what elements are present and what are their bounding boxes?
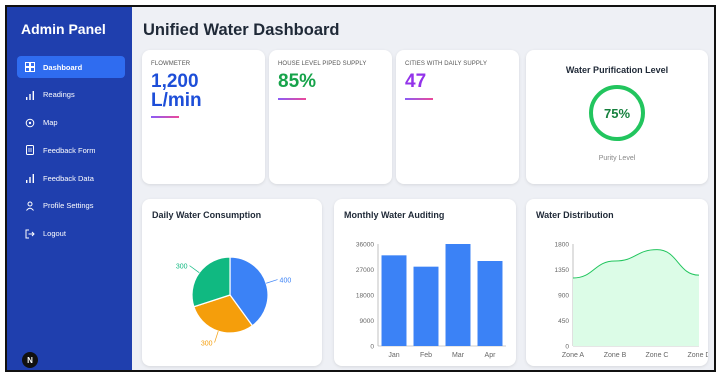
pie-chart: 400 300 300: [176, 256, 292, 348]
accent-underline: [151, 116, 179, 118]
x-tick-label: Zone D: [688, 352, 708, 359]
consumption-card: Daily Water Consumption 400 300 300: [142, 199, 322, 366]
y-tick-label: 0: [565, 344, 569, 351]
sidebar-title: Admin Panel: [21, 21, 106, 37]
sidebar: Admin Panel Dashboard Readings Map Feedb…: [7, 7, 132, 370]
x-tick-label: Zone B: [604, 352, 627, 359]
area-chart: 0 450 900 1350 1800 Zone A Zone B Zone C Zone D: [555, 242, 708, 360]
stat-label: FLOWMETER: [151, 61, 191, 67]
user-icon: [25, 201, 35, 211]
bar-chart-icon: [25, 90, 35, 100]
purity-caption: Purity Level: [598, 155, 636, 162]
purity-value: 75%: [603, 105, 631, 121]
stat-value: 85%: [278, 71, 317, 92]
bar: [445, 244, 471, 346]
sidebar-item-dashboard[interactable]: Dashboard: [17, 56, 125, 78]
purity-card: Water Purification Level 75% Purity Leve…: [526, 50, 708, 184]
sidebar-item-readings[interactable]: Readings: [17, 84, 125, 106]
accent-underline: [405, 98, 433, 100]
y-tick-label: 18000: [356, 293, 374, 300]
bar: [381, 255, 407, 346]
sidebar-item-logout[interactable]: Logout: [17, 223, 125, 245]
pie-data-label: 300: [176, 264, 188, 271]
purity-ring: 75%: [589, 85, 645, 141]
sidebar-nav: Dashboard Readings Map Feedback Form Fee…: [17, 56, 125, 251]
sidebar-item-map[interactable]: Map: [17, 112, 125, 134]
pie-label-line: [214, 331, 219, 343]
area-fill: [573, 249, 699, 346]
sidebar-item-profile-settings[interactable]: Profile Settings: [17, 195, 125, 217]
x-tick-label: Zone A: [562, 352, 585, 359]
sidebar-item-label: Logout: [43, 229, 66, 239]
pie-data-label: 400: [280, 278, 292, 285]
distribution-card: Water Distribution 0 450 900 1350 1800 Zone A…: [526, 199, 708, 366]
y-tick-label: 900: [558, 293, 569, 300]
pie-data-label: 300: [201, 341, 213, 348]
sidebar-item-feedback-form[interactable]: Feedback Form: [17, 139, 125, 161]
y-tick-label: 27000: [356, 267, 374, 274]
sidebar-item-label: Map: [43, 118, 58, 128]
y-tick-label: 0: [370, 344, 374, 351]
stat-label: HOUSE LEVEL PIPED SUPPLY: [278, 61, 367, 67]
stat-value: 47: [405, 71, 427, 92]
x-tick-label: Mar: [452, 352, 465, 359]
x-tick-label: Feb: [420, 352, 432, 359]
flowmeter-card: FLOWMETER 1,200 L/min: [142, 50, 265, 184]
x-tick-label: Jan: [388, 352, 399, 359]
daily-supply-card: CITIES WITH DAILY SUPPLY 47: [396, 50, 519, 184]
app-window: Admin Panel Dashboard Readings Map Feedb…: [5, 5, 716, 372]
bar-chart: 0 9000 18000 27000 36000 Jan Feb Mar Apr: [356, 242, 506, 359]
y-tick-label: 9000: [360, 318, 375, 325]
flowmeter-unit: L/min: [151, 90, 202, 111]
bar: [477, 261, 503, 346]
pie-label-line: [189, 265, 200, 273]
stat-label: CITIES WITH DAILY SUPPLY: [405, 61, 488, 67]
logout-icon: [25, 229, 35, 239]
y-tick-label: 36000: [356, 242, 374, 249]
dashboard-icon: [25, 62, 35, 72]
page-title: Unified Water Dashboard: [143, 21, 340, 39]
y-tick-label: 450: [558, 318, 569, 325]
sidebar-item-label: Readings: [43, 90, 75, 100]
avatar[interactable]: N: [22, 352, 38, 368]
sidebar-item-feedback-data[interactable]: Feedback Data: [17, 167, 125, 189]
sidebar-item-label: Feedback Data: [43, 173, 94, 183]
sidebar-item-label: Profile Settings: [43, 201, 94, 211]
piped-supply-card: HOUSE LEVEL PIPED SUPPLY 85%: [269, 50, 392, 184]
flowmeter-value: 1,200: [151, 71, 199, 92]
x-tick-label: Zone C: [646, 352, 669, 359]
bar-chart-icon: [25, 173, 35, 184]
pie-label-line: [266, 279, 278, 284]
map-pin-icon: [25, 118, 35, 128]
form-icon: [25, 145, 35, 156]
x-tick-label: Apr: [485, 352, 497, 359]
sidebar-item-label: Feedback Form: [43, 145, 96, 155]
auditing-card: Monthly Water Auditing 0 9000 18000 27000 36…: [334, 199, 516, 366]
sidebar-item-label: Dashboard: [43, 62, 83, 72]
bar: [413, 266, 439, 346]
y-tick-label: 1350: [555, 267, 570, 274]
stat-value: 1,200 L/min: [151, 72, 202, 110]
purity-title: Water Purification Level: [565, 65, 669, 75]
accent-underline: [278, 98, 306, 100]
y-tick-label: 1800: [555, 242, 570, 249]
